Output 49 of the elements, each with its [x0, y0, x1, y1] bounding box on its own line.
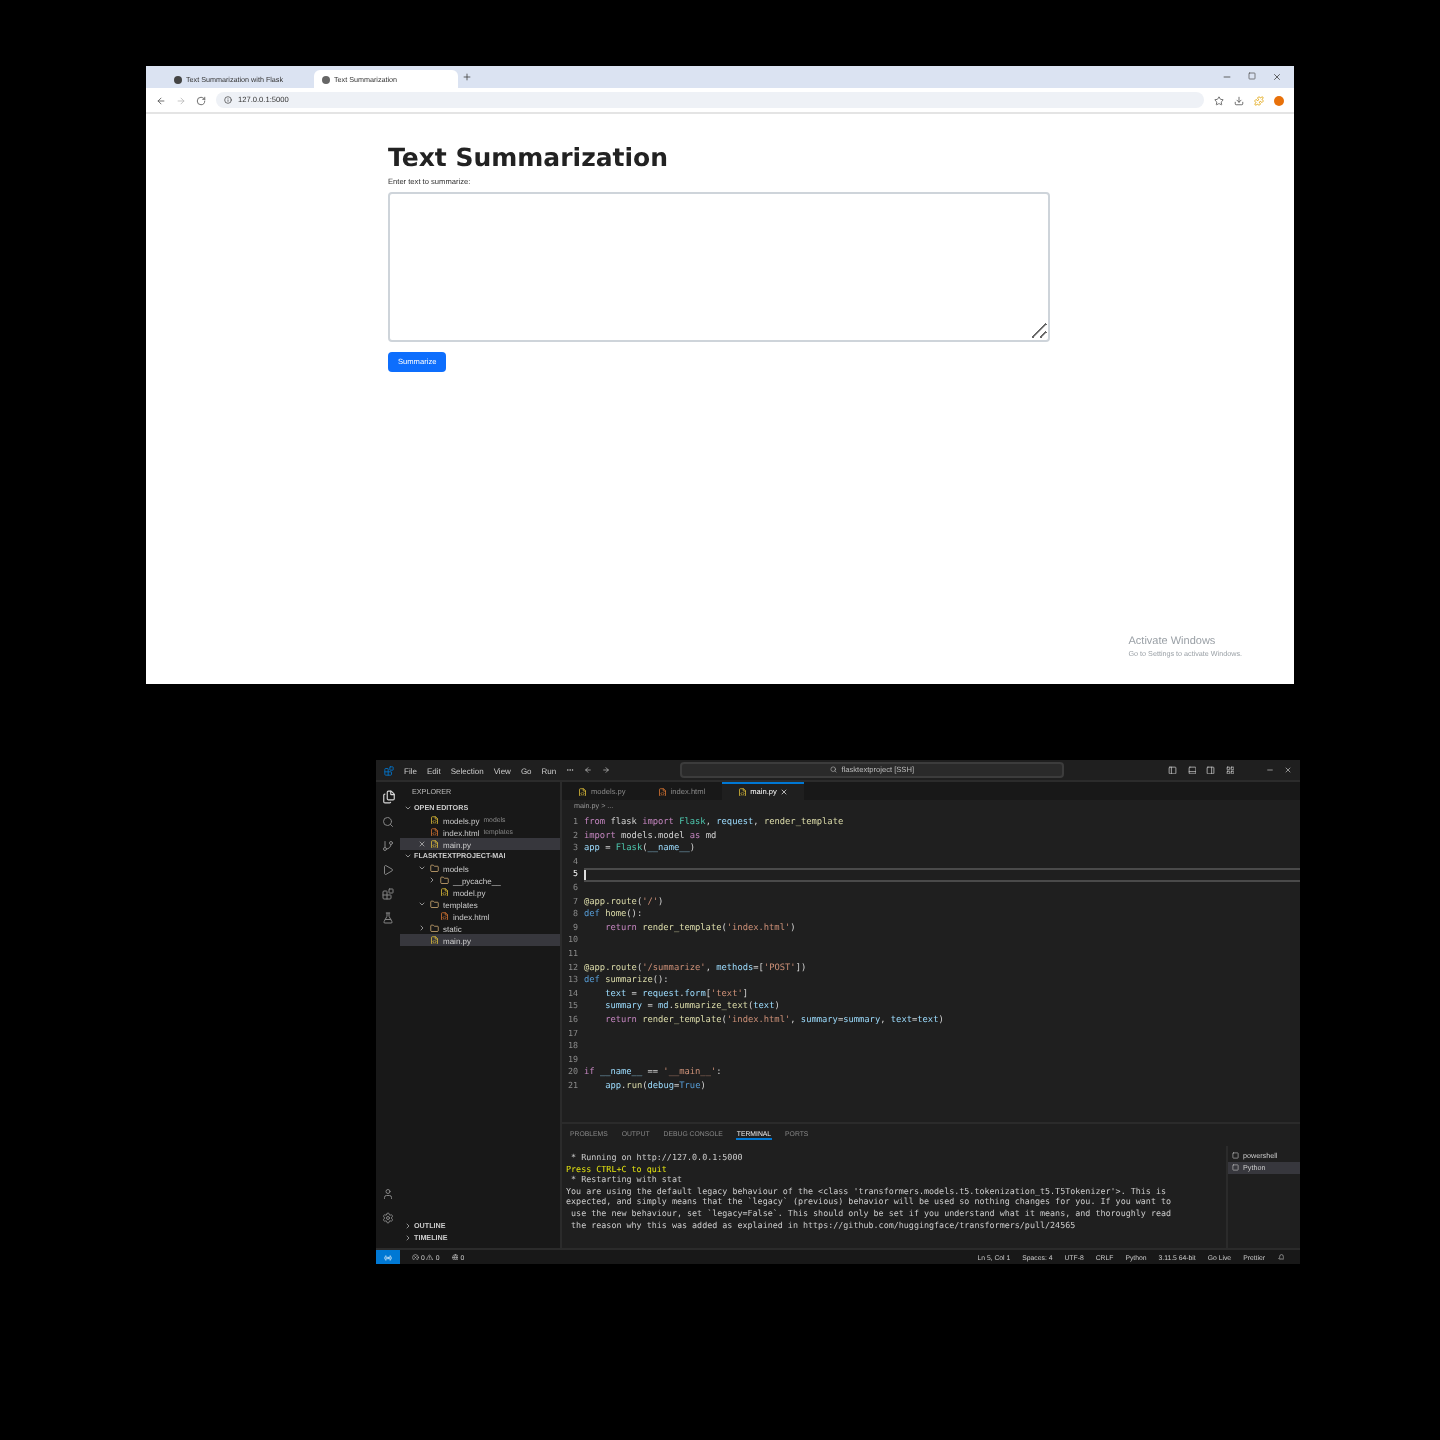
run-icon: [382, 864, 394, 876]
extensions-icon: [382, 888, 394, 900]
panel-toggle-icon: [1187, 765, 1196, 775]
back-icon: [156, 95, 166, 105]
text-input-field[interactable]: [388, 192, 1050, 342]
folder-icon: [430, 923, 439, 933]
reload-icon: [196, 95, 206, 105]
flask-icon: [382, 912, 394, 924]
forward-icon: [602, 766, 611, 774]
page-heading: Text Summarization: [388, 142, 671, 172]
maximize-icon: [1248, 72, 1256, 80]
search-icon: [382, 816, 394, 828]
layout-icon: [1225, 765, 1234, 775]
python-file-icon: [440, 887, 449, 897]
forward-icon: [176, 95, 186, 105]
favicon-icon: [174, 75, 182, 83]
secondary-sidebar-icon: [1206, 765, 1215, 775]
profile-avatar[interactable]: [1274, 95, 1284, 105]
remote-icon: [384, 1253, 392, 1261]
branch-icon: [382, 840, 394, 852]
app-logo-icon: [384, 765, 394, 775]
download-icon: [1234, 95, 1244, 105]
folder-icon: [430, 899, 439, 909]
python-file-icon: [430, 935, 439, 945]
html-file-icon: [440, 911, 449, 921]
info-icon: [224, 96, 232, 104]
warning-icon: [426, 1253, 434, 1261]
settings-icon: [382, 1212, 394, 1224]
notifications-icon: [1277, 1253, 1284, 1261]
ports-icon: [451, 1253, 459, 1261]
error-icon: [412, 1253, 419, 1261]
sidebar-toggle-icon: [1168, 765, 1177, 775]
remote-button[interactable]: [376, 1250, 400, 1264]
favicon-icon: [322, 75, 330, 83]
minimize-icon: [1222, 72, 1232, 82]
minimize-icon: [1266, 766, 1274, 774]
python-file-icon: [430, 815, 439, 825]
python-file-icon: [430, 839, 439, 849]
html-file-icon: [430, 827, 439, 837]
python-file-icon: [737, 787, 747, 797]
account-icon: [382, 1188, 394, 1200]
search-icon: [830, 766, 838, 774]
star-icon: [1214, 95, 1224, 105]
back-icon: [584, 766, 593, 774]
new-tab-icon[interactable]: [462, 72, 472, 82]
files-icon: [381, 790, 395, 804]
extensions-icon: [1254, 95, 1264, 105]
html-file-icon: [657, 787, 667, 797]
python-file-icon: [578, 787, 587, 797]
